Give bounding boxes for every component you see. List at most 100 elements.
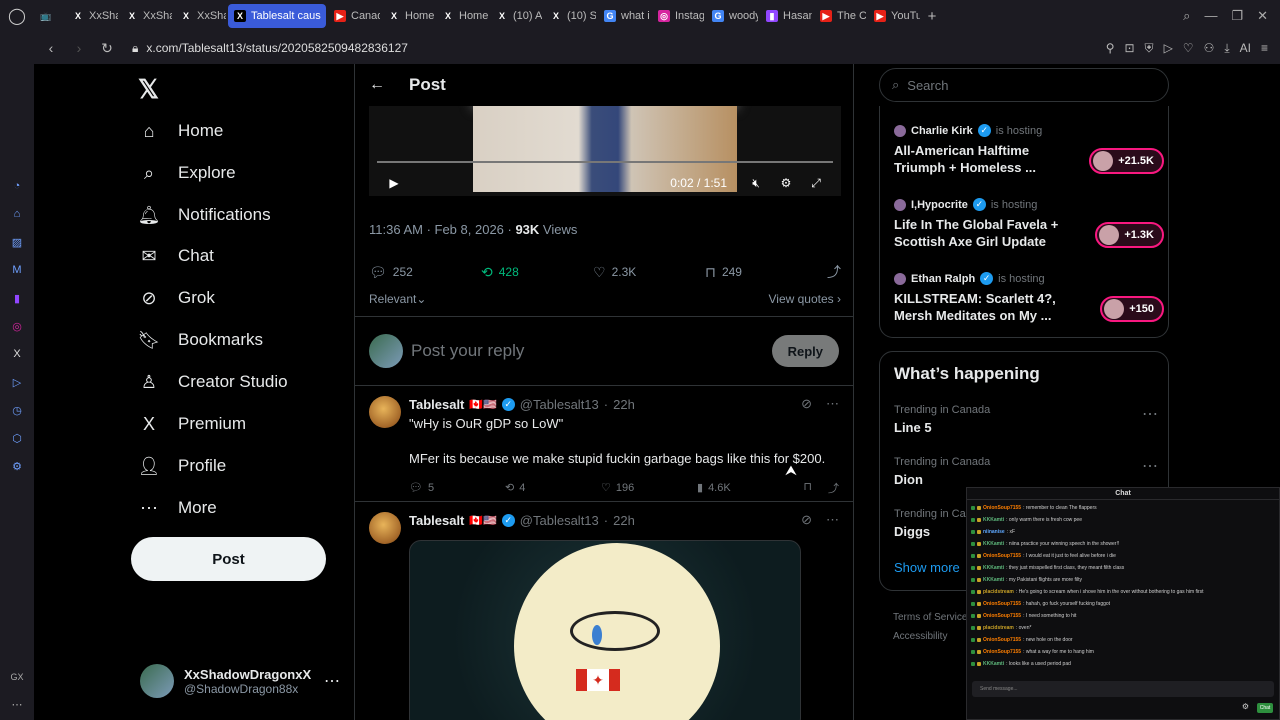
browser-tab[interactable]: ▶ YouTub (868, 4, 920, 28)
accessibility-link[interactable]: Accessibility (893, 627, 967, 646)
more-dots-icon[interactable]: ⋯ (826, 512, 839, 528)
sidebar-more-icon[interactable]: ⋯ (0, 698, 34, 711)
chat-send-button[interactable]: Chat (1257, 703, 1273, 713)
nav-item-creator-studio[interactable]: ♙ Creator Studio (138, 371, 288, 393)
repost-action[interactable]: ⟲ 4 (505, 480, 601, 496)
nav-item-profile[interactable]: 👤︎ Profile (138, 455, 227, 477)
browser-tab[interactable]: X Home / (382, 4, 434, 28)
menu-icon[interactable]: ≡ (1261, 41, 1268, 55)
chat-username[interactable]: OnionSoup7155 (983, 649, 1021, 655)
views-action[interactable]: ▮ 4.6K (697, 480, 793, 496)
gx-icon[interactable]: GX (0, 672, 34, 682)
chat-settings-icon[interactable]: ⚙ (1242, 702, 1249, 711)
browser-tab[interactable]: 📺 (34, 4, 64, 28)
settings-gear-icon[interactable]: ⚙ (771, 176, 801, 190)
heart-icon[interactable]: ♡ (1183, 41, 1194, 55)
video-progress-bar[interactable] (377, 161, 833, 163)
tweet-handle[interactable]: @Tablesalt13 (520, 513, 599, 528)
more-dots-icon[interactable]: ⋯ (1142, 456, 1158, 476)
chat-username[interactable]: placidstream (983, 589, 1014, 595)
like-stat[interactable]: ♡ 2.3K (593, 262, 705, 282)
browser-tab[interactable]: ▶ The Cu (814, 4, 866, 28)
listener-count-pill[interactable]: +21.5K (1089, 148, 1164, 174)
more-dots-icon[interactable]: ⋯ (324, 671, 340, 691)
url-field[interactable]: 🔒︎ x.com/Tablesalt13/status/202058250948… (132, 41, 408, 56)
terms-link[interactable]: Terms of Service (893, 608, 967, 627)
nav-item-explore[interactable]: ⌕ Explore (138, 162, 236, 184)
mute-icon[interactable]: 🔇︎ (741, 176, 771, 191)
reply-button[interactable]: Reply (771, 335, 839, 367)
live-space-item[interactable]: I,Hypocrite ✓ is hosting Life In The Global… (894, 198, 1164, 251)
like-action[interactable]: ♡ 196 (601, 480, 697, 496)
nav-item-bookmarks[interactable]: 🔖︎ Bookmarks (138, 329, 263, 351)
chat-username[interactable]: OnionSoup7155 (983, 601, 1021, 607)
browser-tab[interactable]: Gwoody (706, 4, 758, 28)
download-icon[interactable]: ⤓ (1224, 41, 1229, 56)
nav-item-more[interactable]: ⋯ More (138, 497, 217, 519)
ai-button[interactable]: AI (1240, 41, 1251, 55)
video-player[interactable]: ▶ 0:02 / 1:51 🔇︎ ⚙ ⤢ (369, 106, 841, 196)
sidebar-discord-icon[interactable]: ▨ (0, 228, 34, 256)
tweet-handle[interactable]: @Tablesalt13 (520, 397, 599, 412)
browser-tab[interactable]: X Tablesalt caus (228, 4, 326, 28)
reply-tweet-1[interactable]: Tablesalt 🇨🇦🇺🇸 ✓ @Tablesalt13 · 22h ⊘ ⋯ "… (355, 386, 853, 502)
search-tabs-icon[interactable]: ⌕ (1183, 8, 1190, 24)
play-icon[interactable]: ▶ (379, 176, 409, 190)
maximize-icon[interactable]: ❐ (1231, 8, 1243, 24)
bookmark-stat[interactable]: ⊓ 249 (705, 262, 805, 282)
fullscreen-icon[interactable]: ⤢ (801, 176, 831, 191)
trend-item[interactable]: Trending in Canada Dion ⋯ (894, 456, 1158, 487)
nav-item-home[interactable]: ⌂ Home (138, 120, 224, 142)
reply-action[interactable]: 💬︎ 5 (409, 480, 505, 496)
more-dots-icon[interactable]: ⋯ (826, 396, 839, 412)
browser-tab[interactable]: X XxShad (66, 4, 118, 28)
grok-icon[interactable]: ⊘ (801, 512, 812, 528)
reply-stat[interactable]: 💬︎ 252 (369, 262, 481, 282)
listener-count-pill[interactable]: +1.3K (1095, 222, 1164, 248)
chat-username[interactable]: niinanise (983, 529, 1005, 535)
profile-icon[interactable]: ⚇ (1204, 41, 1215, 55)
minimize-icon[interactable]: — (1204, 8, 1217, 24)
chat-username[interactable]: KKKamti (983, 565, 1004, 571)
share-button[interactable]: ⤴ (827, 262, 841, 282)
sort-dropdown[interactable]: Relevant⌄ (369, 292, 426, 306)
browser-tab[interactable]: ▶ Canada (328, 4, 380, 28)
browser-logo-icon[interactable]: ◯ (0, 6, 34, 26)
trend-item[interactable]: Trending in Canada Line 5 ⋯ (894, 404, 1158, 435)
forward-icon[interactable]: › (68, 40, 90, 56)
tweet-author[interactable]: Tablesalt (409, 397, 464, 412)
shield-icon[interactable]: ⛨ (1145, 41, 1154, 56)
sidebar-bot-icon[interactable]: ⌂ (0, 200, 34, 228)
browser-tab[interactable]: X XxShad (174, 4, 226, 28)
bookmark-icon[interactable]: ⊓ (803, 480, 812, 496)
view-quotes-link[interactable]: View quotes › (769, 292, 842, 306)
sidebar-x-icon[interactable]: X (0, 340, 34, 368)
play-icon[interactable]: ▷ (1164, 41, 1173, 55)
show-more-link[interactable]: Show more (894, 560, 960, 575)
grok-icon[interactable]: ⊘ (801, 396, 812, 412)
sidebar-m-icon[interactable]: M (0, 256, 34, 284)
sidebar-history-icon[interactable]: ◷ (0, 396, 34, 424)
chat-username[interactable]: OnionSoup7155 (983, 613, 1021, 619)
chat-username[interactable]: KKKamti (983, 541, 1004, 547)
browser-tab[interactable]: ▮ HasanA (760, 4, 812, 28)
account-switcher[interactable]: XxShadowDragonxX @ShadowDragon88x ⋯ (140, 664, 340, 698)
browser-tab[interactable]: X XxShad (120, 4, 172, 28)
tweet-image[interactable]: ✦ (409, 540, 801, 720)
nav-item-premium[interactable]: X Premium (138, 413, 246, 435)
post-button[interactable]: Post (131, 537, 326, 581)
search-input[interactable]: ⌕ Search (879, 68, 1169, 102)
chat-username[interactable]: placidstream (983, 625, 1014, 631)
more-dots-icon[interactable]: ⋯ (1142, 404, 1158, 424)
nav-item-notifications[interactable]: 🔔︎ Notifications (138, 204, 271, 226)
browser-tab[interactable]: X (10) Sc (544, 4, 596, 28)
sidebar-messenger-icon[interactable]: ◔ (0, 172, 34, 200)
tweet-age[interactable]: 22h (613, 513, 635, 528)
nav-item-chat[interactable]: ✉ Chat (138, 245, 213, 267)
chat-username[interactable]: KKKamti (983, 577, 1004, 583)
snapshot-icon[interactable]: ⊡ (1124, 41, 1134, 55)
chat-username[interactable]: KKKamti (983, 661, 1004, 667)
browser-tab[interactable]: X (10) Alb (490, 4, 542, 28)
chat-username[interactable]: KKKamti (983, 517, 1004, 523)
live-space-item[interactable]: Charlie Kirk ✓ is hosting All-American Half… (894, 124, 1164, 177)
